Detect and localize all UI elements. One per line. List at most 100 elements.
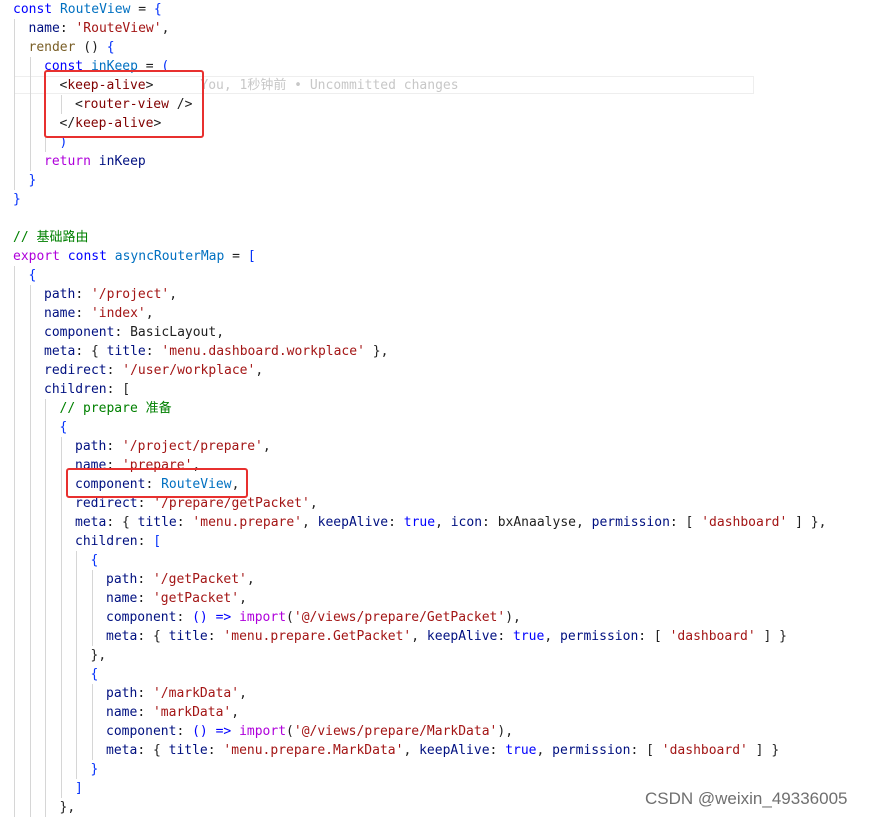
indent-guide — [60, 456, 62, 475]
code-token: : — [207, 629, 224, 644]
code-token: 'dashboard' — [701, 515, 788, 530]
code-text: } — [91, 760, 99, 779]
code-token: ] — [75, 781, 83, 796]
code-text: { — [91, 551, 99, 570]
code-token: redirect — [75, 496, 138, 511]
code-line: export const asyncRouterMap = [ — [0, 247, 892, 266]
code-token: '@/views/prepare/GetPacket' — [293, 610, 506, 625]
indent-guide — [91, 608, 93, 627]
indent-guide — [45, 570, 46, 589]
code-token: , — [544, 629, 560, 644]
indent-guide — [29, 513, 31, 532]
indent-guide — [29, 551, 31, 570]
indent-guide — [14, 494, 15, 513]
indent-guide — [29, 646, 31, 665]
indent-guide — [76, 570, 77, 589]
code-token: title — [168, 629, 208, 644]
code-line: // 基础路由 — [0, 228, 892, 247]
indent-guide — [60, 608, 62, 627]
indent-guide — [60, 551, 62, 570]
indent-guide — [60, 513, 62, 532]
code-line: children: [ — [0, 380, 892, 399]
indent-guide — [14, 741, 15, 760]
code-token: , — [302, 515, 318, 530]
indent-guide — [14, 76, 15, 95]
code-text: meta: { title: 'menu.prepare.GetPacket',… — [106, 627, 787, 646]
code-token: '/user/workplace' — [122, 363, 256, 378]
code-token: name — [44, 306, 76, 321]
indent-guide — [14, 722, 15, 741]
indent-guide — [45, 532, 46, 551]
indent-guide — [14, 418, 15, 437]
code-line: children: [ — [0, 532, 892, 551]
code-line: name: 'getPacket', — [0, 589, 892, 608]
code-line: component: () => import('@/views/prepare… — [0, 608, 892, 627]
code-token: name — [28, 21, 60, 36]
code-text: }, — [60, 798, 76, 817]
code-token: : [ — [630, 743, 662, 758]
code-token: , — [169, 287, 178, 302]
code-text: } — [29, 171, 37, 190]
indent-guide — [14, 627, 15, 646]
code-line: { — [0, 551, 892, 570]
code-token: meta — [44, 344, 76, 359]
code-token: path — [44, 287, 76, 302]
indent-guide — [60, 570, 62, 589]
code-token: component — [44, 325, 115, 340]
indent-guide — [45, 741, 46, 760]
indent-guide — [29, 703, 31, 722]
indent-guide — [45, 551, 46, 570]
code-token: , — [161, 21, 170, 36]
code-token: 'index' — [90, 306, 146, 321]
indent-guide — [29, 304, 31, 323]
indent-guide — [29, 133, 31, 152]
code-token: permission — [591, 515, 670, 530]
indent-guide — [29, 114, 31, 133]
code-text: { — [91, 665, 99, 684]
indent-guide — [45, 437, 46, 456]
code-token: title — [106, 344, 146, 359]
indent-guide — [14, 380, 15, 399]
code-token: title — [137, 515, 177, 530]
indent-guide — [29, 57, 31, 76]
indent-guide — [45, 456, 46, 475]
indent-guide — [45, 589, 46, 608]
code-token: : [ — [669, 515, 702, 530]
code-text: return inKeep — [44, 152, 146, 171]
code-text: path: '/project', — [44, 285, 177, 304]
indent-guide — [14, 551, 15, 570]
indent-guide — [60, 589, 62, 608]
indent-guide — [76, 646, 77, 665]
indent-guide — [29, 342, 31, 361]
code-text: }, — [91, 646, 107, 665]
code-token: redirect — [44, 363, 107, 378]
code-text: name: 'RouteView', — [29, 19, 170, 38]
indent-guide — [60, 665, 62, 684]
indent-guide — [14, 684, 15, 703]
indent-guide — [45, 608, 46, 627]
code-token: : — [75, 306, 91, 321]
code-token: , — [435, 515, 451, 530]
code-token: } — [90, 762, 99, 777]
code-token: : — [137, 572, 153, 587]
code-token: () => — [192, 610, 232, 625]
code-token: () — [75, 40, 107, 55]
code-token: ] } — [755, 629, 788, 644]
code-line: } — [0, 760, 892, 779]
code-token: : — [176, 515, 193, 530]
indent-guide — [14, 532, 15, 551]
code-token: 'menu.prepare.MarkData' — [223, 743, 404, 758]
indent-guide — [14, 399, 15, 418]
code-token: { — [59, 420, 68, 435]
code-token: , — [255, 363, 264, 378]
code-token: name — [106, 705, 138, 720]
indent-guide — [45, 646, 46, 665]
code-line: } — [0, 190, 892, 209]
indent-guide — [29, 722, 31, 741]
indent-guide — [45, 779, 46, 798]
code-token: , — [309, 496, 318, 511]
indent-guide — [14, 665, 15, 684]
indent-guide — [45, 703, 46, 722]
code-token: path — [106, 572, 138, 587]
